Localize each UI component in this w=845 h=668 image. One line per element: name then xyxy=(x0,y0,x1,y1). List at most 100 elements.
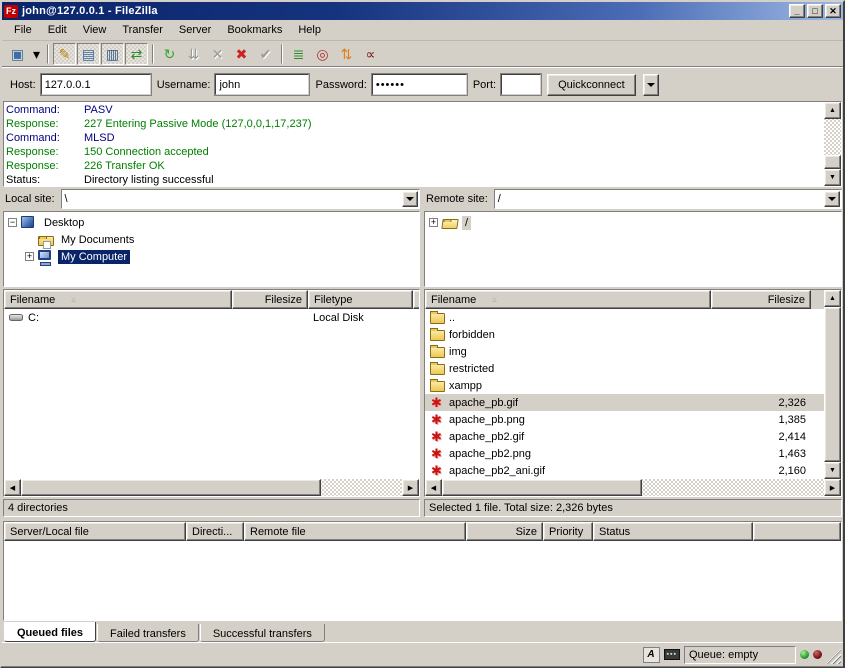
title-bar[interactable]: Fz john@127.0.0.1 - FileZilla _□✕ xyxy=(2,2,843,20)
toolbar-button xyxy=(47,44,49,64)
apache_pb2_ani.gif[interactable]: apache_pb2_ani.gif 2,160 xyxy=(425,462,824,479)
queue-column-header[interactable]: Directi... xyxy=(186,522,244,541)
toggle-queue-icon[interactable]: ⇄ xyxy=(125,43,148,65)
remote-directory-tree: / xyxy=(424,211,842,287)
scroll-down-icon[interactable]: ▼ xyxy=(824,462,841,479)
scrollbar-thumb[interactable] xyxy=(442,479,642,496)
resize-grip[interactable] xyxy=(826,649,841,664)
menu-item[interactable]: Edit xyxy=(40,21,75,39)
local-site-combobox[interactable]: \ xyxy=(61,189,420,209)
compare-directories-icon[interactable]: ∝ xyxy=(359,43,382,65)
password-input[interactable] xyxy=(372,74,467,95)
site-manager-dropdown-icon[interactable]: ▾ xyxy=(30,43,43,65)
quickconnect-button[interactable]: Quickconnect xyxy=(547,74,636,96)
C:[interactable]: C: Local Disk xyxy=(4,309,419,326)
local-h-scrollbar[interactable]: ◀ ▶ xyxy=(4,479,419,496)
remote-v-scrollbar[interactable]: ▲ ▼ xyxy=(824,290,841,479)
column-header[interactable]: Filesize xyxy=(711,290,811,309)
dropdown-arrow-icon[interactable] xyxy=(402,191,418,207)
tree-item-desktop[interactable]: Desktop xyxy=(4,214,419,231)
remote-site-combobox[interactable]: / xyxy=(494,189,842,209)
queue-column-header[interactable]: Status xyxy=(593,522,753,541)
xampp[interactable]: xampp xyxy=(425,377,824,394)
column-header[interactable]: Filetype xyxy=(308,290,413,309)
scrollbar-thumb[interactable] xyxy=(21,479,321,496)
queue-column-header[interactable]: Size xyxy=(466,522,543,541)
scroll-right-icon[interactable]: ▶ xyxy=(824,479,841,496)
collapse-icon[interactable] xyxy=(8,218,17,227)
tree-item-my-computer[interactable]: My Computer xyxy=(4,248,419,265)
apache_pb.png[interactable]: apache_pb.png 1,385 xyxy=(425,411,824,428)
image-file-icon xyxy=(430,395,447,410)
filezilla-logo-icon: Fz xyxy=(4,5,18,18)
menu-item[interactable]: View xyxy=(75,21,115,39)
file-search-icon[interactable]: ◎ xyxy=(311,43,334,65)
transfer-queue: Server/Local fileDirecti...Remote fileSi… xyxy=(3,521,842,621)
scroll-left-icon[interactable]: ◀ xyxy=(4,479,21,496)
column-header[interactable]: L xyxy=(413,290,419,309)
scroll-down-icon[interactable]: ▼ xyxy=(824,169,841,186)
..[interactable]: .. xyxy=(425,309,824,326)
queue-column-header[interactable]: Priority xyxy=(543,522,593,541)
expand-icon[interactable] xyxy=(25,252,34,261)
menu-item[interactable]: Bookmarks xyxy=(219,21,290,39)
refresh-icon[interactable]: ↻ xyxy=(158,43,181,65)
menu-item[interactable]: Server xyxy=(171,21,219,39)
img[interactable]: img xyxy=(425,343,824,360)
close-button[interactable]: ✕ xyxy=(825,4,841,18)
image-file-icon xyxy=(430,463,447,478)
column-header[interactable]: Filesize xyxy=(232,290,308,309)
scroll-up-icon[interactable]: ▲ xyxy=(824,290,841,307)
scroll-up-icon[interactable]: ▲ xyxy=(824,102,841,119)
quickconnect-dropdown[interactable] xyxy=(643,74,659,96)
menu-item[interactable]: File xyxy=(6,21,40,39)
process-queue-icon: ⇊ xyxy=(182,43,205,65)
site-manager-icon[interactable]: ▣ xyxy=(6,43,29,65)
menu-item[interactable]: Transfer xyxy=(114,21,171,39)
scrollbar-thumb[interactable] xyxy=(824,155,841,169)
queue-tab[interactable]: Failed transfers xyxy=(97,624,199,642)
port-input[interactable] xyxy=(501,74,541,95)
log-scrollbar[interactable]: ▲ ▼ xyxy=(824,102,841,186)
scroll-left-icon[interactable]: ◀ xyxy=(425,479,442,496)
queue-tab[interactable]: Queued files xyxy=(4,622,96,642)
queue-column-header[interactable]: Server/Local file xyxy=(4,522,186,541)
column-header[interactable]: Filename xyxy=(425,290,711,309)
log-line: Response: 226 Transfer OK xyxy=(6,159,822,173)
synchronized-browsing-icon[interactable]: ⇅ xyxy=(335,43,358,65)
queue-column-header[interactable]: Remote file xyxy=(244,522,466,541)
restricted[interactable]: restricted xyxy=(425,360,824,377)
speed-limits-icon[interactable]: ▪▪▪ xyxy=(664,649,680,660)
toggle-remote-tree-icon[interactable]: ▥ xyxy=(101,43,124,65)
scrollbar-thumb[interactable] xyxy=(824,307,841,462)
cancel-operation-icon: ✕ xyxy=(206,43,229,65)
filter-icon[interactable]: ≣ xyxy=(287,43,310,65)
toggle-local-tree-icon[interactable]: ▤ xyxy=(77,43,100,65)
toggle-message-log-icon[interactable]: ✎ xyxy=(53,43,76,65)
forbidden[interactable]: forbidden xyxy=(425,326,824,343)
minimize-button[interactable]: _ xyxy=(789,4,805,18)
remote-h-scrollbar[interactable]: ◀ ▶ xyxy=(425,479,841,496)
disconnect-icon[interactable]: ✖ xyxy=(230,43,253,65)
maximize-button[interactable]: □ xyxy=(807,4,823,18)
queue-column-header[interactable] xyxy=(753,522,841,541)
apache_pb2.png[interactable]: apache_pb2.png 1,463 xyxy=(425,445,824,462)
status-bar: A ▪▪▪ Queue: empty xyxy=(2,642,843,666)
tree-item-my-documents[interactable]: My Documents xyxy=(4,231,419,248)
image-file-icon xyxy=(430,429,447,444)
host-input[interactable] xyxy=(41,74,151,95)
dropdown-arrow-icon[interactable] xyxy=(824,191,840,207)
menu-item[interactable]: Help xyxy=(290,21,329,39)
image-file-icon xyxy=(430,412,447,427)
toolbar-button xyxy=(281,44,283,64)
expand-icon[interactable] xyxy=(429,218,438,227)
scroll-right-icon[interactable]: ▶ xyxy=(402,479,419,496)
column-header[interactable]: Filename xyxy=(4,290,232,309)
username-input[interactable] xyxy=(215,74,309,95)
apache_pb2.gif[interactable]: apache_pb2.gif 2,414 xyxy=(425,428,824,445)
tree-item-root[interactable]: / xyxy=(425,214,841,231)
apache_pb.gif[interactable]: apache_pb.gif 2,326 xyxy=(425,394,824,411)
local-disk-icon xyxy=(9,314,23,321)
queue-tab[interactable]: Successful transfers xyxy=(200,624,325,642)
queue-list[interactable] xyxy=(4,541,841,620)
